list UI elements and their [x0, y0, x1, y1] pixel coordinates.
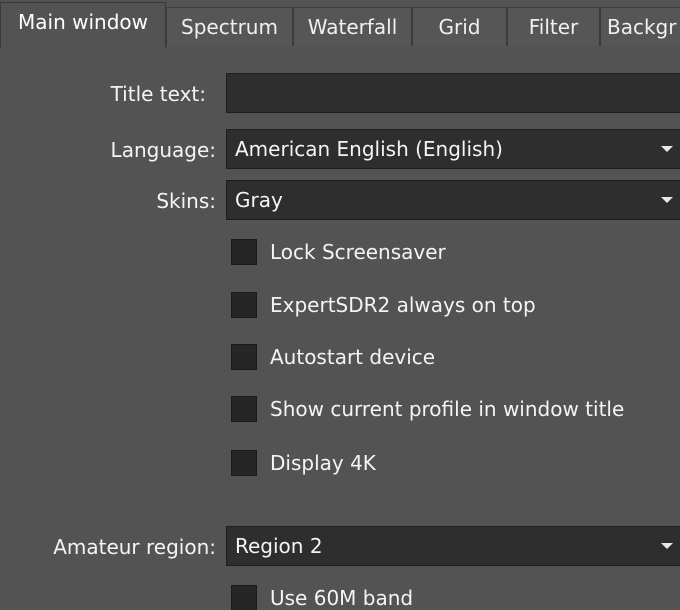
checkbox-label: Show current profile in window title	[270, 397, 625, 421]
amateur-region-label: Amateur region:	[53, 535, 216, 559]
settings-window: Main window Spectrum Waterfall Grid Filt…	[0, 0, 680, 610]
chevron-down-icon	[661, 146, 673, 152]
amateur-region-dropdown[interactable]: Region 2	[226, 526, 680, 566]
checkbox-icon[interactable]	[231, 344, 257, 370]
checkbox-label: Use 60M band	[270, 586, 414, 610]
checkbox-icon[interactable]	[231, 239, 257, 265]
tab-background[interactable]: Backgr	[600, 7, 680, 46]
checkbox-label: Autostart device	[270, 345, 436, 369]
chevron-down-icon	[661, 197, 673, 203]
language-value: American English (English)	[235, 137, 503, 161]
language-dropdown[interactable]: American English (English)	[226, 129, 680, 169]
checkbox-icon[interactable]	[231, 585, 257, 610]
tab-bar: Main window Spectrum Waterfall Grid Filt…	[0, 0, 680, 48]
tab-grid[interactable]: Grid	[412, 7, 507, 46]
skins-dropdown[interactable]: Gray	[226, 180, 680, 220]
tab-filter[interactable]: Filter	[507, 7, 600, 46]
checkbox-label: Display 4K	[270, 451, 376, 475]
tab-waterfall[interactable]: Waterfall	[293, 7, 412, 46]
tab-spectrum[interactable]: Spectrum	[166, 7, 293, 46]
checkbox-icon[interactable]	[231, 396, 257, 422]
checkbox-label: Lock Screensaver	[270, 240, 446, 264]
skins-value: Gray	[235, 188, 283, 212]
checkbox-label: ExpertSDR2 always on top	[270, 293, 536, 317]
tab-main-window[interactable]: Main window	[0, 2, 166, 48]
title-text-input[interactable]	[226, 73, 680, 113]
title-text-label: Title text:	[110, 82, 206, 106]
checkbox-icon[interactable]	[231, 292, 257, 318]
skins-label: Skins:	[156, 189, 216, 213]
checkbox-icon[interactable]	[231, 450, 257, 476]
chevron-down-icon	[661, 543, 673, 549]
amateur-region-value: Region 2	[235, 534, 323, 558]
language-label: Language:	[110, 138, 216, 162]
